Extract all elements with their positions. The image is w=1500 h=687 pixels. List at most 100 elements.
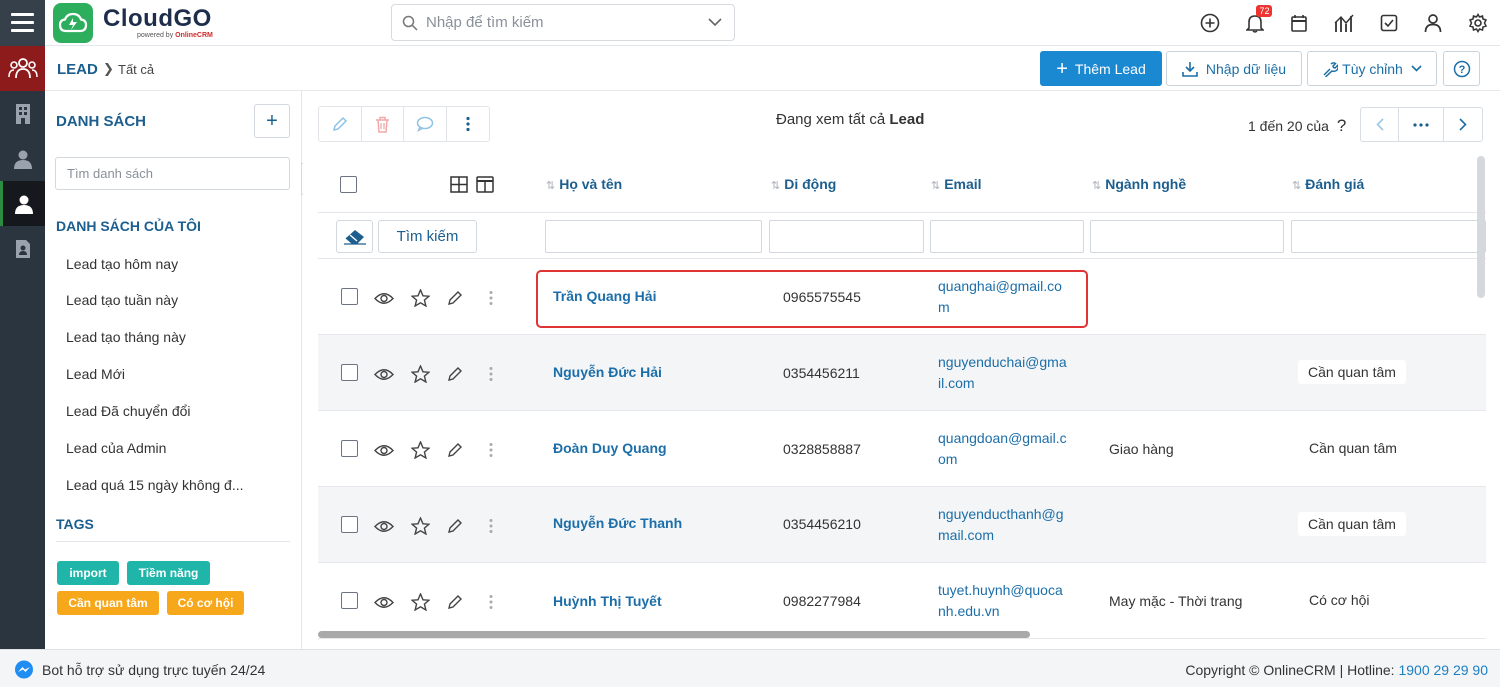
chart-icon[interactable] [1322,0,1367,46]
edit-icon[interactable] [444,439,466,461]
app-logo[interactable]: CloudGO powered by OnlineCRM [53,3,213,43]
eye-icon[interactable] [373,287,395,309]
rail-item-contact-icon[interactable] [0,136,45,181]
edit-icon[interactable] [444,287,466,309]
calendar-icon[interactable] [1277,0,1322,46]
tag-import[interactable]: import [57,561,119,585]
list-item[interactable]: Lead quá 15 ngày không đ... [66,477,243,493]
lead-name[interactable]: Đoàn Duy Quang [553,440,667,456]
more-vertical-icon[interactable] [480,591,502,613]
tag-tiem-nang[interactable]: Tiềm năng [127,561,210,585]
gear-icon[interactable] [1455,0,1500,46]
lead-email[interactable]: quangdoan@gmail.c om [938,428,1067,470]
search-filter-button[interactable]: Tìm kiếm [378,220,477,253]
select-all-checkbox[interactable] [340,176,357,193]
star-icon[interactable] [409,287,431,309]
page-more-button[interactable] [1399,108,1444,141]
edit-icon[interactable] [444,591,466,613]
more-vertical-icon[interactable] [447,107,489,141]
star-icon[interactable] [409,515,431,537]
row-checkbox[interactable] [341,288,358,305]
add-lead-button[interactable]: + Thêm Lead [1040,51,1162,86]
breadcrumb-module[interactable]: LEAD [57,61,98,78]
trash-icon[interactable] [362,107,404,141]
user-icon[interactable] [1411,0,1456,46]
lead-email[interactable]: nguyenduchai@gma il.com [938,352,1067,394]
pagination [1360,107,1483,142]
edit-icon[interactable] [319,107,362,141]
import-data-button[interactable]: Nhập dữ liệu [1166,51,1302,86]
customize-button[interactable]: Tùy chỉnh [1307,51,1437,86]
clear-filter-button[interactable] [336,220,373,253]
more-vertical-icon[interactable] [480,439,502,461]
row-checkbox[interactable] [341,364,358,381]
comment-icon[interactable] [404,107,447,141]
more-vertical-icon[interactable] [480,363,502,385]
prev-page-button[interactable] [1361,108,1399,141]
email-filter-input[interactable] [930,220,1084,253]
eye-icon[interactable] [373,591,395,613]
add-list-button[interactable]: + [254,104,290,138]
lead-email[interactable]: nguyenducthanh@g mail.com [938,504,1064,546]
tag-can-quan-tam[interactable]: Cần quan tâm [57,591,159,615]
list-item[interactable]: Lead tạo hôm nay [66,256,178,272]
lead-name[interactable]: Nguyễn Đức Hải [553,364,662,380]
row-checkbox[interactable] [341,516,358,533]
list-search-input[interactable]: Tìm danh sách [55,157,290,190]
list-item[interactable]: Lead tạo tuần này [66,292,178,308]
eye-icon[interactable] [373,515,395,537]
lead-name[interactable]: Nguyễn Đức Thanh [553,515,682,531]
industry-filter-input[interactable] [1090,220,1284,253]
plus-icon: + [266,109,278,132]
grid-view-icon[interactable] [450,176,468,196]
plus-circle-icon[interactable] [1188,0,1233,46]
more-vertical-icon[interactable] [480,515,502,537]
next-page-button[interactable] [1444,108,1482,141]
rail-item-users-icon[interactable] [0,46,45,91]
columns-view-icon[interactable] [476,176,494,196]
eye-icon[interactable] [373,439,395,461]
horizontal-scrollbar[interactable] [318,631,1030,638]
list-item[interactable]: Lead tạo tháng này [66,329,186,345]
page-total-unknown[interactable]: ? [1337,116,1346,135]
rail-item-document-icon[interactable] [0,226,45,271]
menu-icon[interactable] [0,0,45,46]
column-header-rating[interactable]: ⇅ Đánh giá [1292,176,1364,192]
rail-item-lead-icon[interactable] [0,181,45,226]
eye-icon[interactable] [373,363,395,385]
row-checkbox[interactable] [341,440,358,457]
lead-email[interactable]: tuyet.huynh@quoca nh.edu.vn [938,580,1063,622]
hotline-link[interactable]: 1900 29 29 90 [1398,662,1488,678]
table-row[interactable]: Nguyễn Đức Hải 0354456211 nguyenduchai@g… [318,335,1486,411]
star-icon[interactable] [409,363,431,385]
lead-name[interactable]: Huỳnh Thị Tuyết [553,593,662,609]
list-item[interactable]: Lead của Admin [66,440,166,456]
table-row[interactable]: Đoàn Duy Quang 0328858887 quangdoan@gmai… [318,411,1486,487]
row-checkbox[interactable] [341,592,358,609]
edit-icon[interactable] [444,515,466,537]
list-item[interactable]: Lead Đã chuyển đổi [66,403,191,419]
chevron-down-icon[interactable] [708,18,722,27]
list-item[interactable]: Lead Mới [66,366,125,382]
column-header-industry[interactable]: ⇅ Ngành nghề [1092,176,1186,192]
vertical-scrollbar[interactable] [1477,156,1485,298]
table-row[interactable]: Huỳnh Thị Tuyết 0982277984 tuyet.huynh@q… [318,563,1486,639]
bell-icon[interactable]: 72 [1232,0,1277,46]
rail-item-building-icon[interactable] [0,91,45,136]
star-icon[interactable] [409,439,431,461]
more-vertical-icon[interactable] [480,287,502,309]
star-icon[interactable] [409,591,431,613]
mobile-filter-input[interactable] [769,220,924,253]
table-row[interactable]: Nguyễn Đức Thanh 0354456210 nguyenductha… [318,487,1486,563]
bot-support[interactable]: Bot hỗ trợ sử dụng trực tuyến 24/24 [14,660,265,680]
checkbox-icon[interactable] [1366,0,1411,46]
rating-filter-input[interactable] [1291,220,1486,253]
edit-icon[interactable] [444,363,466,385]
tag-co-co-hoi[interactable]: Có cơ hội [167,591,244,615]
column-header-email[interactable]: ⇅ Email [931,176,982,192]
column-header-name[interactable]: ⇅ Họ và tên [546,176,622,192]
column-header-mobile[interactable]: ⇅ Di động [771,176,836,192]
global-search-input[interactable]: Nhập để tìm kiếm [391,4,735,41]
name-filter-input[interactable] [545,220,762,253]
help-button[interactable]: ? [1443,51,1480,86]
